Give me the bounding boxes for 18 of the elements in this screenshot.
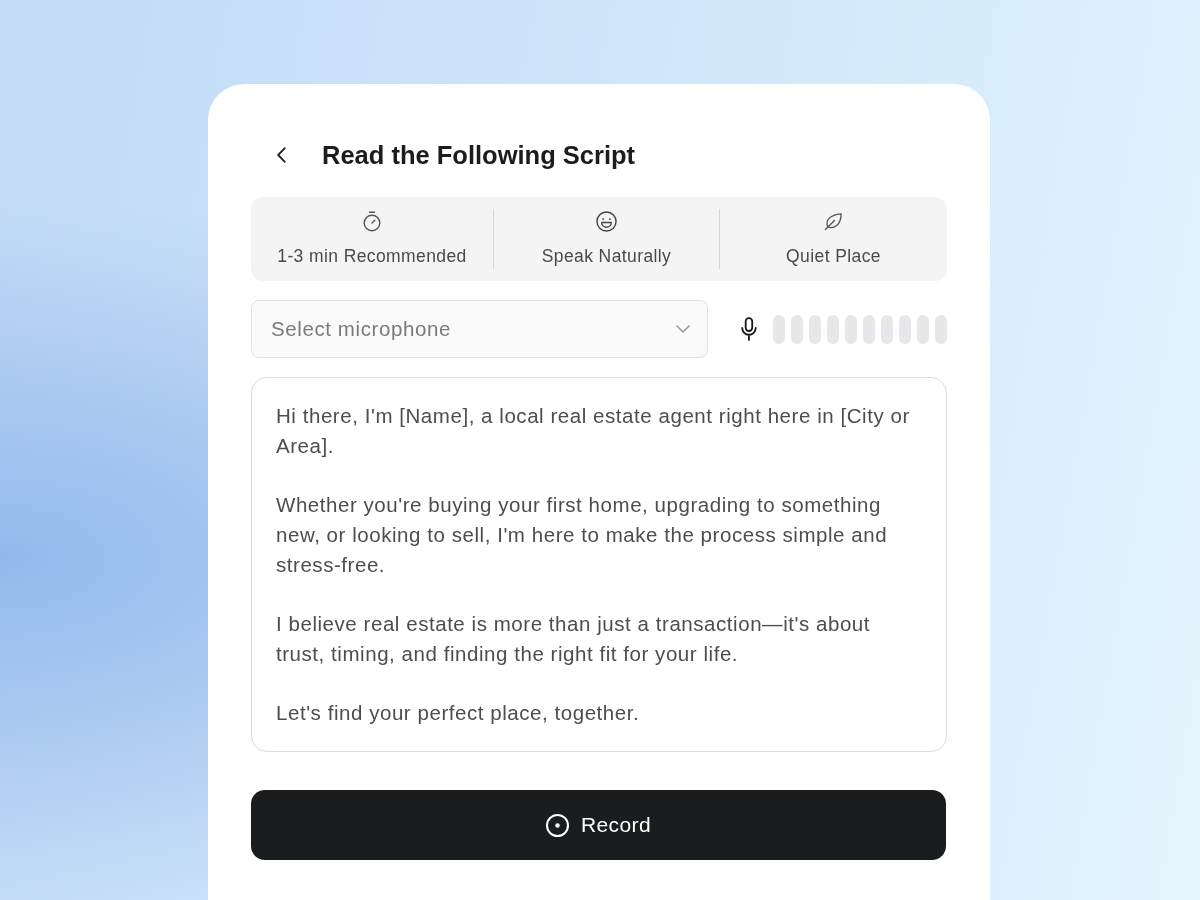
tip-label: Speak Naturally [541, 245, 672, 267]
chevron-left-icon [276, 147, 286, 163]
leaf-icon [824, 211, 843, 231]
record-button[interactable]: Record [251, 790, 946, 860]
chevron-down-icon [676, 325, 691, 333]
script-paragraph: I believe real estate is more than just a transaction—it's about trust, timing, and finding the right fit for your life. [276, 610, 872, 667]
tip-label: 1-3 min Recommended [277, 245, 467, 267]
smiley-icon [596, 210, 617, 232]
script-paragraph: Whether you're buying your first home, upgrading to something new, or looking to sell, I'm here to make the process simple and stress-free. [276, 492, 889, 578]
script-paragraph: Let's find your perfect place, together. [276, 700, 641, 726]
select-placeholder: Select microphone [271, 315, 451, 342]
microphone-select[interactable]: Select microphone [251, 300, 709, 358]
script-paragraph: Hi there, I'm [Name], a local real estate agent right here in [City or Area]. [276, 403, 911, 459]
page-title: Read the Following Script [322, 140, 636, 170]
stopwatch-icon [363, 210, 381, 232]
tip-label: Quiet Place [786, 245, 881, 267]
record-icon [545, 813, 569, 837]
microphone-icon [741, 317, 757, 341]
